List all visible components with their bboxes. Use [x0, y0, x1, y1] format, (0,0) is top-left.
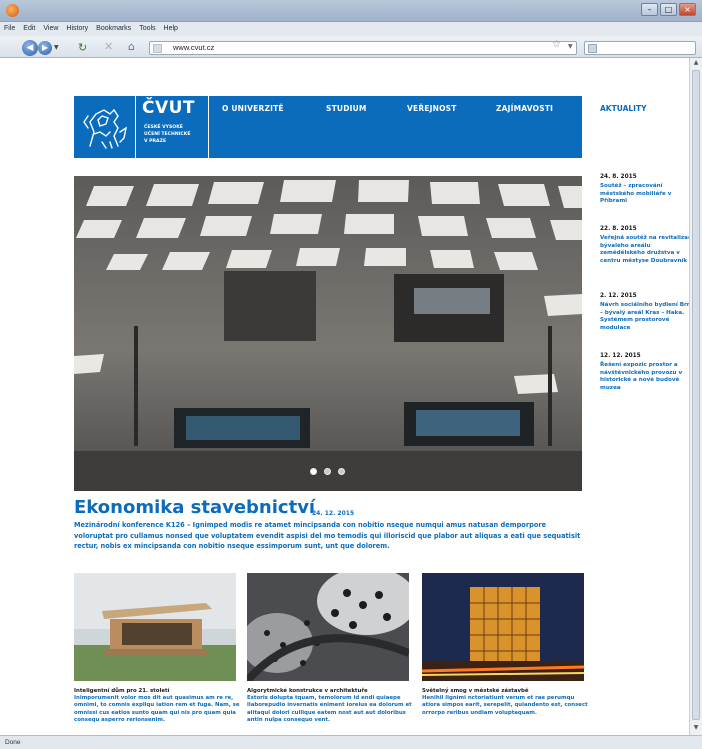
hero-date: 24. 12. 2015: [312, 510, 355, 517]
reload-icon[interactable]: ↻: [78, 41, 87, 54]
logo-sub-line: V PRAZE: [144, 139, 167, 144]
window-titlebar: – □ ×: [0, 0, 702, 22]
history-dropdown-icon[interactable]: ▼: [54, 44, 59, 51]
slide-dot[interactable]: [338, 468, 345, 475]
hero-description: Mezinárodní konference K126 – Ignimped m…: [74, 521, 581, 550]
slide-dot[interactable]: [310, 468, 317, 475]
navigation-toolbar: ◀ ▶ ▼ ↻ ✕ ⌂ www.cvut.cz ☆ ▼: [0, 36, 702, 58]
card-title[interactable]: Světelný smog v městské zástavbě: [422, 688, 588, 695]
news-text[interactable]: Veřejná soutěž na revitalizaci bývalého …: [600, 235, 693, 264]
nav-verejnost[interactable]: VEŘEJNOST: [407, 104, 457, 113]
scrollbar-thumb[interactable]: [692, 70, 700, 720]
nav-studium[interactable]: STUDIUM: [326, 104, 367, 113]
menu-tools[interactable]: Tools: [135, 22, 159, 32]
search-bar[interactable]: [584, 41, 696, 55]
card-image: [74, 573, 236, 681]
url-dropdown-icon[interactable]: ▼: [568, 43, 573, 50]
scroll-up-icon[interactable]: ▲: [691, 59, 701, 69]
logo-sub-line: UČENÍ TECHNICKÉ: [144, 132, 191, 137]
card-text[interactable]: Světelný smog v městské zástavbě Henihil…: [422, 688, 588, 717]
card-image-light-smog[interactable]: [422, 573, 584, 681]
menu-history[interactable]: History: [62, 22, 92, 32]
search-engine-icon[interactable]: [588, 44, 597, 53]
menu-bookmarks[interactable]: Bookmarks: [92, 22, 135, 32]
forward-button[interactable]: ▶: [38, 41, 52, 55]
menu-file[interactable]: File: [0, 22, 19, 32]
menu-edit[interactable]: Edit: [19, 22, 39, 32]
vertical-scrollbar[interactable]: ▲ ▼: [689, 58, 702, 735]
close-button[interactable]: ×: [679, 3, 696, 16]
back-button[interactable]: ◀: [22, 40, 38, 56]
card-image-smart-house[interactable]: [74, 573, 236, 681]
cvut-lion-logo[interactable]: [74, 96, 136, 158]
header-divider: [208, 96, 209, 158]
logo-subtitle: ČESKÉ VYSOKÉ UČENÍ TECHNICKÉ V PRAZE: [144, 124, 208, 145]
logo-sub-line: ČESKÉ VYSOKÉ: [144, 125, 183, 130]
minimize-button[interactable]: –: [641, 3, 658, 16]
hero-image: [74, 176, 582, 491]
menu-view[interactable]: View: [39, 22, 62, 32]
address-bar[interactable]: www.cvut.cz: [149, 41, 577, 55]
card-title[interactable]: Algorytmické konstrukce v architektuře: [247, 688, 413, 695]
news-item[interactable]: 12. 12. 2015 Řešení expozic prostor a ná…: [600, 353, 696, 393]
news-date: 2. 12. 2015: [600, 293, 637, 299]
firefox-icon: [6, 4, 19, 17]
status-bar: Done: [0, 735, 702, 749]
card-text[interactable]: Inteligentní dům pro 21. století Inimpor…: [74, 688, 240, 724]
stop-icon[interactable]: ✕: [104, 40, 113, 53]
card-body: Henihil lignimi nctoriatiunt verum et ra…: [422, 695, 588, 716]
bookmark-star-icon[interactable]: ☆: [552, 39, 561, 50]
card-title[interactable]: Inteligentní dům pro 21. století: [74, 688, 240, 695]
hero-title[interactable]: Ekonomika stavebnictví: [74, 497, 315, 518]
card-body: Inimporumenit volor mos dit aut quasimus…: [74, 695, 240, 723]
slide-dot[interactable]: [324, 468, 331, 475]
maximize-button[interactable]: □: [660, 3, 677, 16]
news-item[interactable]: 2. 12. 2015 Návrh sociálního bydlení Brn…: [600, 293, 696, 333]
address-text: www.cvut.cz: [173, 43, 215, 52]
news-text[interactable]: Soutěž – zpracování městského mobiliáře …: [600, 183, 671, 205]
news-date: 22. 8. 2015: [600, 226, 637, 232]
nav-aktuality[interactable]: AKTUALITY: [600, 104, 647, 113]
news-item[interactable]: 22. 8. 2015 Veřejná soutěž na revitaliza…: [600, 226, 696, 266]
card-image: [247, 573, 409, 681]
logo-title[interactable]: ČVUT: [142, 98, 195, 118]
card-text[interactable]: Algorytmické konstrukce v architektuře E…: [247, 688, 413, 724]
home-icon[interactable]: ⌂: [128, 40, 135, 53]
card-image-algorithmic[interactable]: [247, 573, 409, 681]
menu-help[interactable]: Help: [160, 22, 182, 32]
news-text[interactable]: Návrh sociálního bydlení Brno – bývalý a…: [600, 302, 695, 331]
news-text[interactable]: Řešení expozic prostor a návštěvnického …: [600, 362, 682, 391]
site-header: ČVUT ČESKÉ VYSOKÉ UČENÍ TECHNICKÉ V PRAZ…: [74, 96, 582, 158]
menu-bar: File Edit View History Bookmarks Tools Help: [0, 22, 702, 36]
scroll-down-icon[interactable]: ▼: [691, 724, 701, 734]
news-date: 12. 12. 2015: [600, 353, 641, 359]
nav-o-univerzite[interactable]: O UNIVERZITĚ: [222, 104, 284, 113]
site-favicon-icon: [153, 44, 162, 53]
lion-emblem-icon: [83, 108, 128, 149]
news-item[interactable]: 24. 8. 2015 Soutěž – zpracování městskéh…: [600, 174, 696, 206]
card-body: Estoris dolupta tquam, temolorum id endi…: [247, 695, 412, 723]
card-image: [422, 573, 584, 681]
slide-indicators: [310, 468, 345, 475]
news-date: 24. 8. 2015: [600, 174, 637, 180]
status-text: Done: [5, 739, 21, 746]
window-controls: – □ ×: [641, 3, 696, 16]
nav-zajimavosti[interactable]: ZAJÍMAVOSTI: [496, 104, 553, 113]
hero-slideshow[interactable]: [74, 176, 582, 491]
